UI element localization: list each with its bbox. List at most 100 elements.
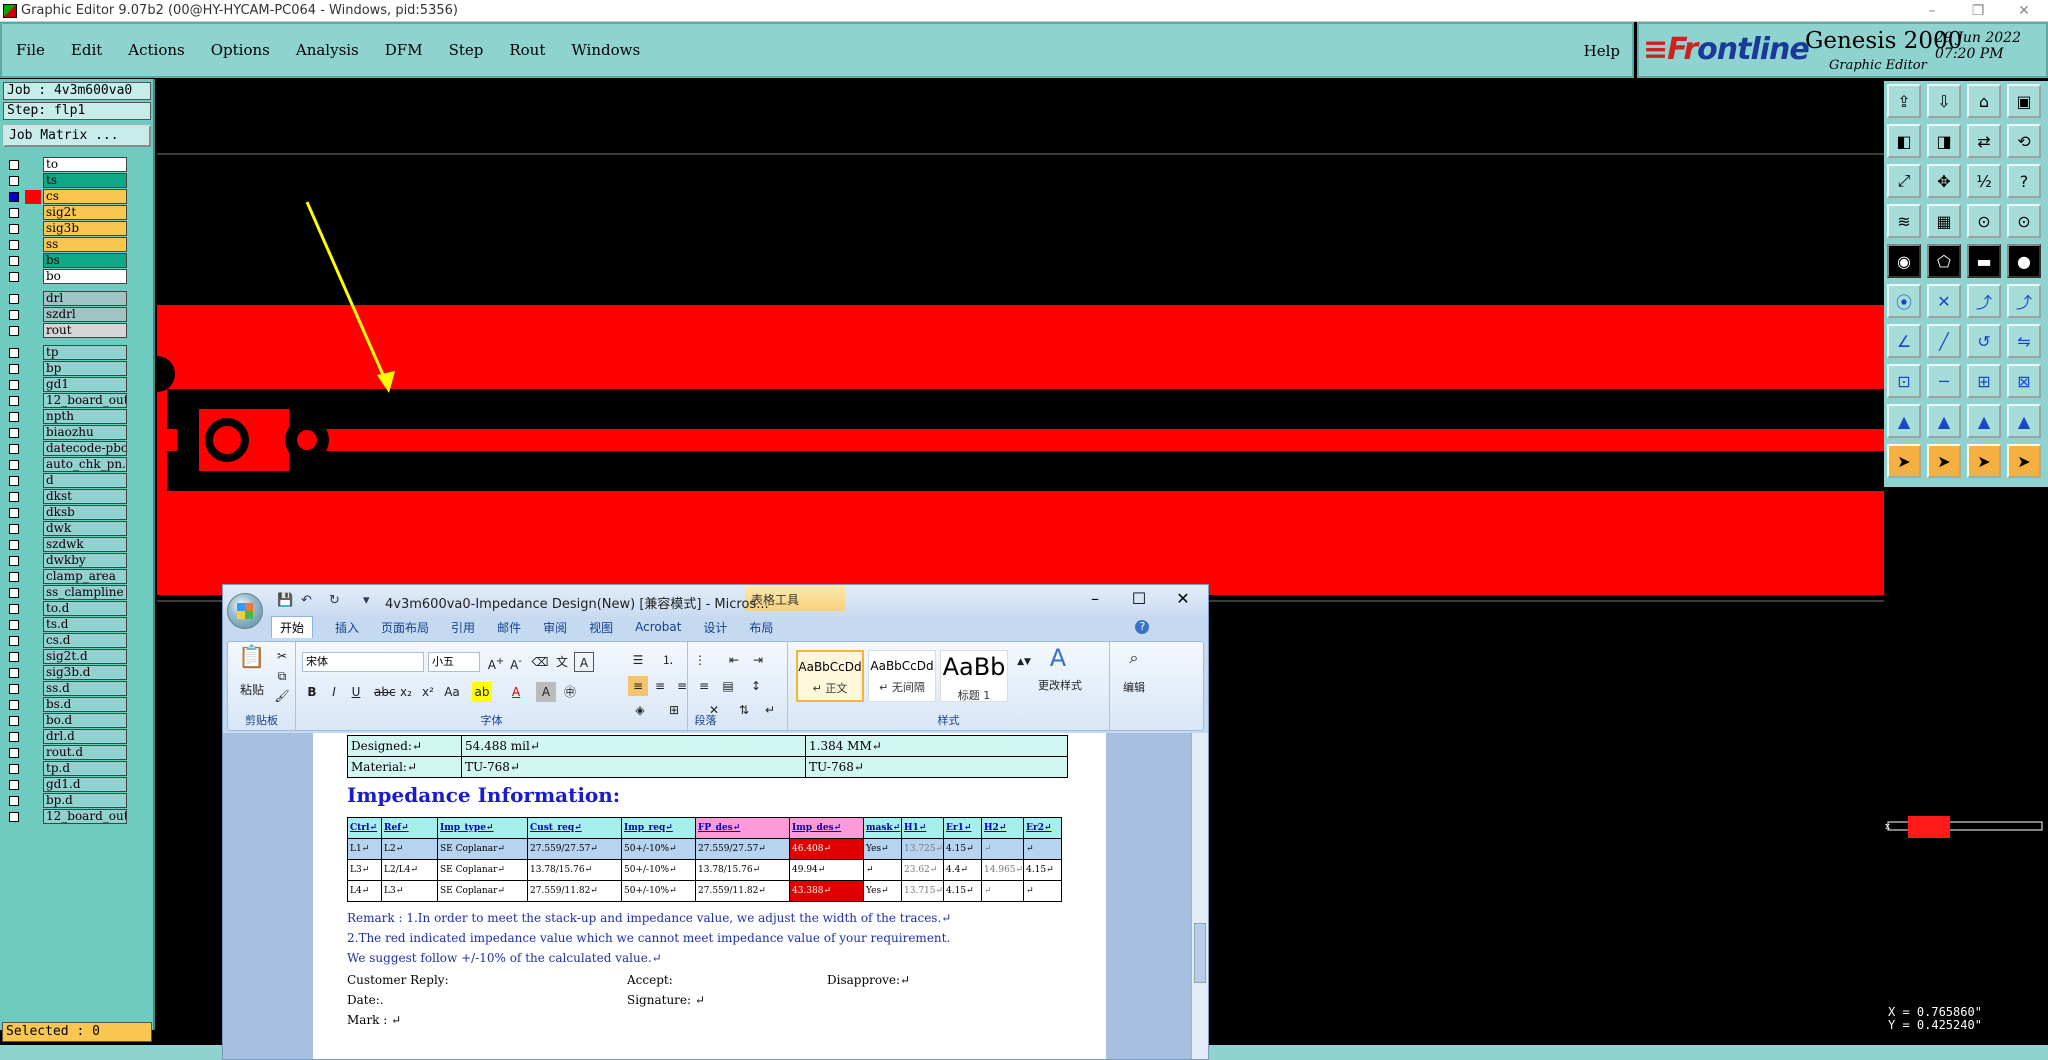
snap-icon[interactable]: ⊙	[1967, 204, 2001, 238]
layer-checkbox[interactable]	[9, 176, 19, 186]
layer-checkbox[interactable]	[9, 294, 19, 304]
layer-checkbox[interactable]	[9, 684, 19, 694]
help-icon[interactable]: ?	[1135, 620, 1150, 634]
layer-row[interactable]: npth	[5, 409, 127, 425]
window-icon[interactable]: ▣	[2007, 84, 2041, 118]
layer-row[interactable]: ts.d	[5, 617, 127, 633]
tab-layout[interactable]: 页面布局	[381, 619, 429, 636]
layer-name[interactable]: gd1.d	[43, 777, 127, 792]
change-case-icon[interactable]: Aa	[442, 682, 462, 702]
layer-checkbox[interactable]	[9, 256, 19, 266]
layer-name[interactable]: 12_board_out	[43, 809, 127, 824]
layer-checkbox[interactable]	[9, 780, 19, 790]
change-styles-icon[interactable]: A	[1036, 646, 1080, 670]
layer-name[interactable]: tp	[43, 345, 127, 360]
home-icon[interactable]: ⌂	[1967, 84, 2001, 118]
layer-checkbox[interactable]	[9, 716, 19, 726]
multilevel-icon[interactable]: ⋮	[690, 650, 710, 670]
style-normal[interactable]: AaBbCcDd ↵ 正文	[796, 650, 864, 702]
document-scrollbar[interactable]	[1191, 733, 1208, 1059]
save-icon[interactable]: 💾	[277, 593, 293, 608]
layer-row[interactable]: sig2t.d	[5, 649, 127, 665]
paste-icon[interactable]: 📋	[238, 647, 266, 678]
transform-icon[interactable]: ⊠	[2007, 364, 2041, 398]
layer-row[interactable]: cs.d	[5, 633, 127, 649]
layer-checkbox[interactable]	[9, 764, 19, 774]
pad-icon[interactable]: ●	[2007, 244, 2041, 278]
route-icon[interactable]: ⤴	[1967, 284, 2001, 318]
layer-checkbox[interactable]	[9, 412, 19, 422]
layer-row[interactable]: tp.d	[5, 761, 127, 777]
triangle2-icon[interactable]: ▲	[1927, 404, 1961, 438]
open-step-icon[interactable]: ⇪	[1887, 84, 1921, 118]
styles-scroll-icon[interactable]: ▲▼	[1014, 652, 1034, 672]
layer-name[interactable]: sig3b	[43, 221, 127, 236]
layer-row[interactable]: 12_board_out	[5, 393, 127, 409]
layer-checkbox[interactable]	[9, 428, 19, 438]
layer-name[interactable]: gd1	[43, 377, 127, 392]
tab-references[interactable]: 引用	[451, 619, 475, 636]
layer-name[interactable]: bp.d	[43, 793, 127, 808]
editing-button[interactable]: 编辑	[1116, 678, 1152, 698]
cross-icon[interactable]: ✕	[1927, 284, 1961, 318]
layer-row[interactable]: sig3b	[5, 221, 127, 237]
fit-icon[interactable]: ⤢	[1887, 164, 1921, 198]
layer-name[interactable]: sig3b.d	[43, 665, 127, 680]
select-icon[interactable]: ➤	[1887, 444, 1921, 478]
undo-icon[interactable]: ↶	[301, 593, 312, 608]
draw-icon[interactable]: ╱	[1927, 324, 1961, 358]
layer-row[interactable]: ss.d	[5, 681, 127, 697]
layer-row[interactable]: rout	[5, 323, 127, 339]
layer-row[interactable]: dwk	[5, 521, 127, 537]
char-shading-icon[interactable]: A	[536, 682, 556, 702]
layer-name[interactable]: dwkby	[43, 553, 127, 568]
subscript-icon[interactable]: x₂	[396, 682, 416, 702]
layer-row[interactable]: gd1	[5, 377, 127, 393]
document-page[interactable]: Designed:↵ 54.488 mil↵ 1.384 MM↵ Materia…	[313, 733, 1106, 1059]
italic-icon[interactable]: I	[324, 682, 344, 702]
layer-name[interactable]: ss.d	[43, 681, 127, 696]
job-matrix-button[interactable]: Job Matrix ...	[3, 125, 151, 147]
menu-file[interactable]: File	[16, 41, 45, 59]
style-no-spacing[interactable]: AaBbCcDd ↵ 无间隔	[868, 650, 936, 702]
select3-icon[interactable]: ➤	[1967, 444, 2001, 478]
layer-checkbox[interactable]	[9, 796, 19, 806]
layer-checkbox[interactable]	[9, 310, 19, 320]
layer-name[interactable]: biaozhu	[43, 425, 127, 440]
layer-checkbox[interactable]	[9, 604, 19, 614]
layer-checkbox[interactable]	[9, 588, 19, 598]
layer-name[interactable]: rout	[43, 323, 127, 338]
align-left-icon[interactable]: ≡	[628, 676, 648, 696]
distribute-icon[interactable]: ▤	[718, 676, 738, 696]
tab-review[interactable]: 审阅	[543, 619, 567, 636]
menu-dfm[interactable]: DFM	[385, 41, 423, 59]
layer-checkbox[interactable]	[9, 326, 19, 336]
layer-row[interactable]: dksb	[5, 505, 127, 521]
layer-name[interactable]: sig2t	[43, 205, 127, 220]
layer-name[interactable]: to.d	[43, 601, 127, 616]
phonetic-icon[interactable]: 文	[552, 652, 572, 672]
strikethrough-icon[interactable]: abc	[374, 682, 396, 702]
tab-mailings[interactable]: 邮件	[497, 619, 521, 636]
word-close-button[interactable]: ✕	[1163, 589, 1203, 608]
layer-name[interactable]: szdrl	[43, 307, 127, 322]
layer-checkbox[interactable]	[9, 208, 19, 218]
quick-access-dropdown-icon[interactable]: ▾	[363, 593, 370, 608]
triangle3-icon[interactable]: ▲	[1967, 404, 2001, 438]
tab-view[interactable]: 视图	[589, 619, 613, 636]
layer-checkbox[interactable]	[9, 444, 19, 454]
scroll-thumb[interactable]	[1194, 923, 1206, 983]
triangle-icon[interactable]: ▲	[1887, 404, 1921, 438]
layer-checkbox[interactable]	[9, 476, 19, 486]
word-minimize-button[interactable]: –	[1075, 589, 1115, 608]
close-button[interactable]: ✕	[2004, 0, 2044, 22]
tab-home[interactable]: 开始	[271, 616, 314, 638]
style-heading1[interactable]: AaBb 标题 1	[940, 650, 1008, 702]
layer-row[interactable]: ss	[5, 237, 127, 253]
line-icon[interactable]: ▬	[1967, 244, 2001, 278]
rotate-icon[interactable]: ↺	[1967, 324, 2001, 358]
pan-icon[interactable]: ⇄	[1967, 124, 2001, 158]
menu-help[interactable]: Help	[1584, 42, 1620, 60]
layer-name[interactable]: npth	[43, 409, 127, 424]
layer-name[interactable]: bp	[43, 361, 127, 376]
